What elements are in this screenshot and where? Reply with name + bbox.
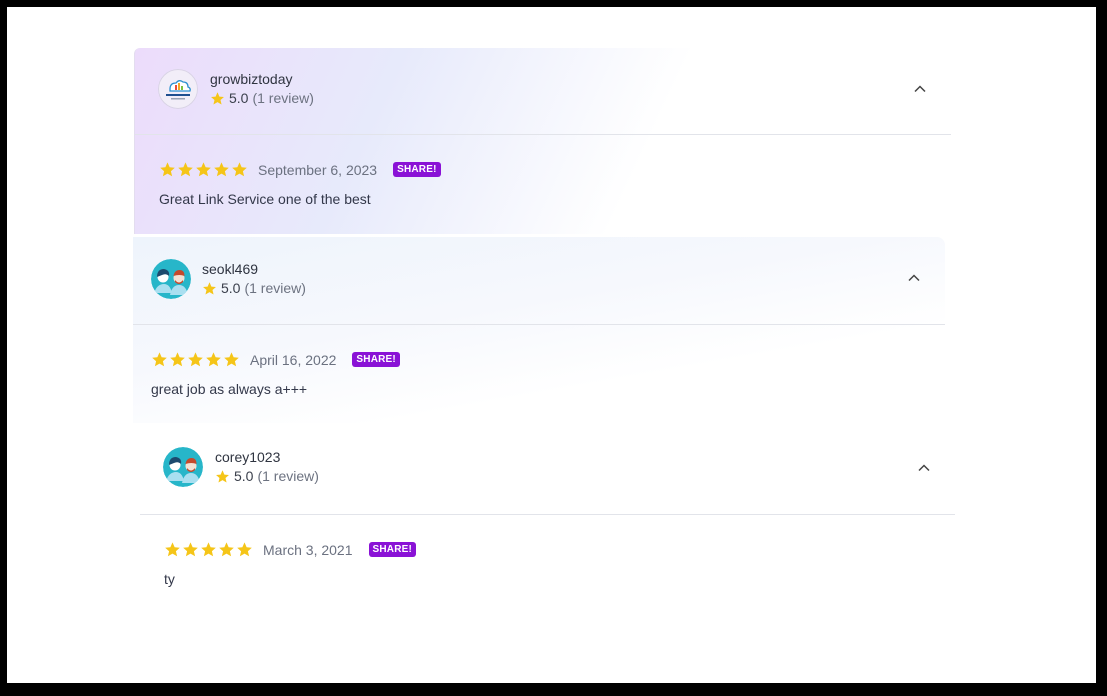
review-header[interactable]: seokl469 5.0 (1 review): [133, 237, 945, 325]
review-card: seokl469 5.0 (1 review) April 16, 2022 S…: [133, 237, 945, 423]
star-icon: [152, 352, 167, 367]
star-icon: [170, 352, 185, 367]
star-icon: [165, 542, 180, 557]
review-count: (1 review): [252, 90, 314, 106]
review-count: (1 review): [244, 280, 306, 296]
review-count: (1 review): [257, 468, 319, 484]
page-frame: growbiztoday 5.0 (1 review) September 6,…: [5, 5, 1098, 685]
star-rating: [164, 541, 253, 558]
review-date: September 6, 2023: [258, 161, 378, 178]
review-body: March 3, 2021 SHARE! ty: [140, 515, 955, 614]
review-text: Great Link Service one of the best: [159, 191, 371, 207]
people-avatar-icon: [151, 259, 191, 299]
avatar[interactable]: [163, 447, 203, 487]
review-card: corey1023 5.0 (1 review) March 3, 2021 S…: [140, 427, 955, 617]
star-icon: [216, 469, 229, 482]
star-rating: [159, 161, 248, 178]
review-body: September 6, 2023 SHARE! Great Link Serv…: [135, 135, 951, 234]
review-text: ty: [164, 571, 175, 587]
review-date: April 16, 2022: [250, 351, 337, 368]
star-icon: [160, 162, 175, 177]
review-header[interactable]: growbiztoday 5.0 (1 review): [135, 48, 951, 135]
share-button[interactable]: SHARE!: [393, 162, 441, 177]
star-icon: [214, 162, 229, 177]
star-icon: [201, 542, 216, 557]
review-card: growbiztoday 5.0 (1 review) September 6,…: [134, 48, 951, 234]
star-icon: [211, 91, 224, 104]
review-meta: March 3, 2021 SHARE!: [164, 541, 417, 558]
rating-value: 5.0: [234, 468, 254, 484]
effective-logo-icon: [158, 69, 198, 109]
star-icon: [203, 281, 216, 294]
username[interactable]: growbiztoday: [210, 71, 293, 87]
star-icon: [183, 542, 198, 557]
star-icon: [178, 162, 193, 177]
review-text: great job as always a+++: [151, 381, 308, 397]
rating-summary: 5.0 (1 review): [210, 90, 314, 106]
chevron-up-icon[interactable]: [913, 82, 927, 96]
people-avatar-icon: [163, 447, 203, 487]
review-body: April 16, 2022 SHARE! great job as alway…: [133, 325, 945, 424]
star-icon: [188, 352, 203, 367]
chevron-up-icon[interactable]: [917, 461, 931, 475]
star-icon: [219, 542, 234, 557]
star-icon: [224, 352, 239, 367]
username[interactable]: seokl469: [202, 261, 258, 277]
share-button[interactable]: SHARE!: [368, 542, 417, 557]
star-icon: [196, 162, 211, 177]
star-rating: [151, 351, 240, 368]
avatar[interactable]: [158, 69, 198, 109]
review-meta: September 6, 2023 SHARE!: [159, 161, 441, 178]
rating-summary: 5.0 (1 review): [215, 468, 319, 484]
review-date: March 3, 2021: [263, 541, 353, 558]
rating-value: 5.0: [229, 90, 249, 106]
review-meta: April 16, 2022 SHARE!: [151, 351, 400, 368]
star-icon: [237, 542, 252, 557]
username[interactable]: corey1023: [215, 449, 280, 465]
rating-value: 5.0: [221, 280, 241, 296]
avatar[interactable]: [151, 259, 191, 299]
star-icon: [232, 162, 247, 177]
review-header[interactable]: corey1023 5.0 (1 review): [140, 427, 955, 515]
chevron-up-icon[interactable]: [907, 271, 921, 285]
star-icon: [206, 352, 221, 367]
rating-summary: 5.0 (1 review): [202, 280, 306, 296]
share-button[interactable]: SHARE!: [352, 352, 400, 367]
